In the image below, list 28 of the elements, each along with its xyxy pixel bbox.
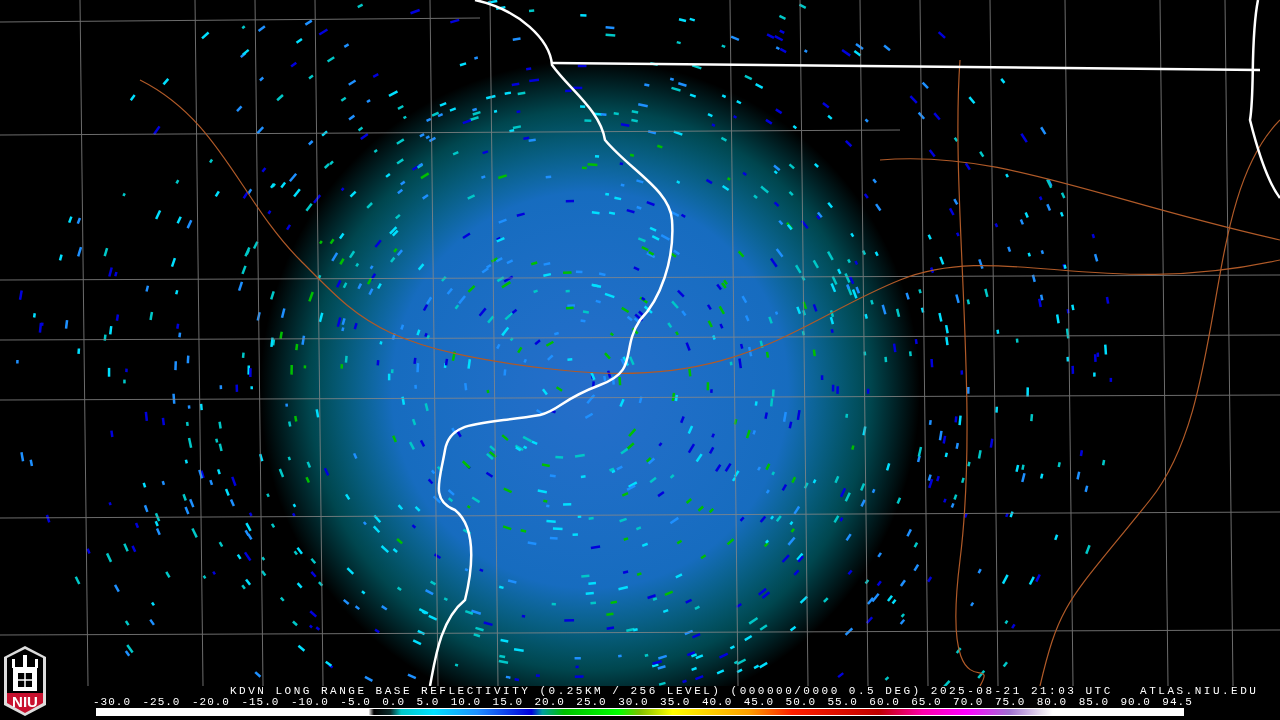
scale-value: 70.0: [953, 697, 984, 708]
scale-value: 80.0: [1036, 697, 1068, 708]
scale-value: 75.0: [994, 697, 1026, 708]
scale-value: 65.0: [911, 697, 942, 708]
scale-value: 20.0: [534, 697, 565, 708]
scale-value: 94.5: [1162, 697, 1193, 708]
scale-value: -5.0: [340, 697, 371, 708]
scale-value: -10.0: [290, 697, 329, 708]
scale-value: 90.0: [1120, 697, 1151, 708]
scale-value: 35.0: [660, 697, 691, 708]
scale-value: 30.0: [618, 697, 649, 708]
scale-value: -30.0: [93, 697, 131, 708]
scale-value: -25.0: [142, 697, 181, 708]
scale-value: 55.0: [827, 697, 858, 708]
scale-value: -15.0: [241, 697, 280, 708]
scale-value: 85.0: [1078, 697, 1110, 708]
scale-value: 25.0: [576, 697, 607, 708]
scale-value: 5.0: [416, 697, 440, 708]
scale-value: 10.0: [450, 697, 482, 708]
university-logo: NIU: [3, 645, 47, 717]
scale-value: -20.0: [191, 697, 230, 708]
scale-value: 50.0: [785, 697, 816, 708]
scale-value: 40.0: [701, 697, 733, 708]
scale-value: 60.0: [869, 697, 900, 708]
scale-value: 45.0: [743, 697, 775, 708]
radar-caption: KDVN LONG RANGE BASE REFLECTIVITY (0.25KM / 256 LEVEL) (000000/0000 0.5 DEG) 2025-08-21 21:03 UTC ATLAS.NIU.EDU: [230, 686, 1259, 697]
scale-value: 15.0: [492, 697, 523, 708]
scale-value: 0.0: [382, 697, 405, 708]
